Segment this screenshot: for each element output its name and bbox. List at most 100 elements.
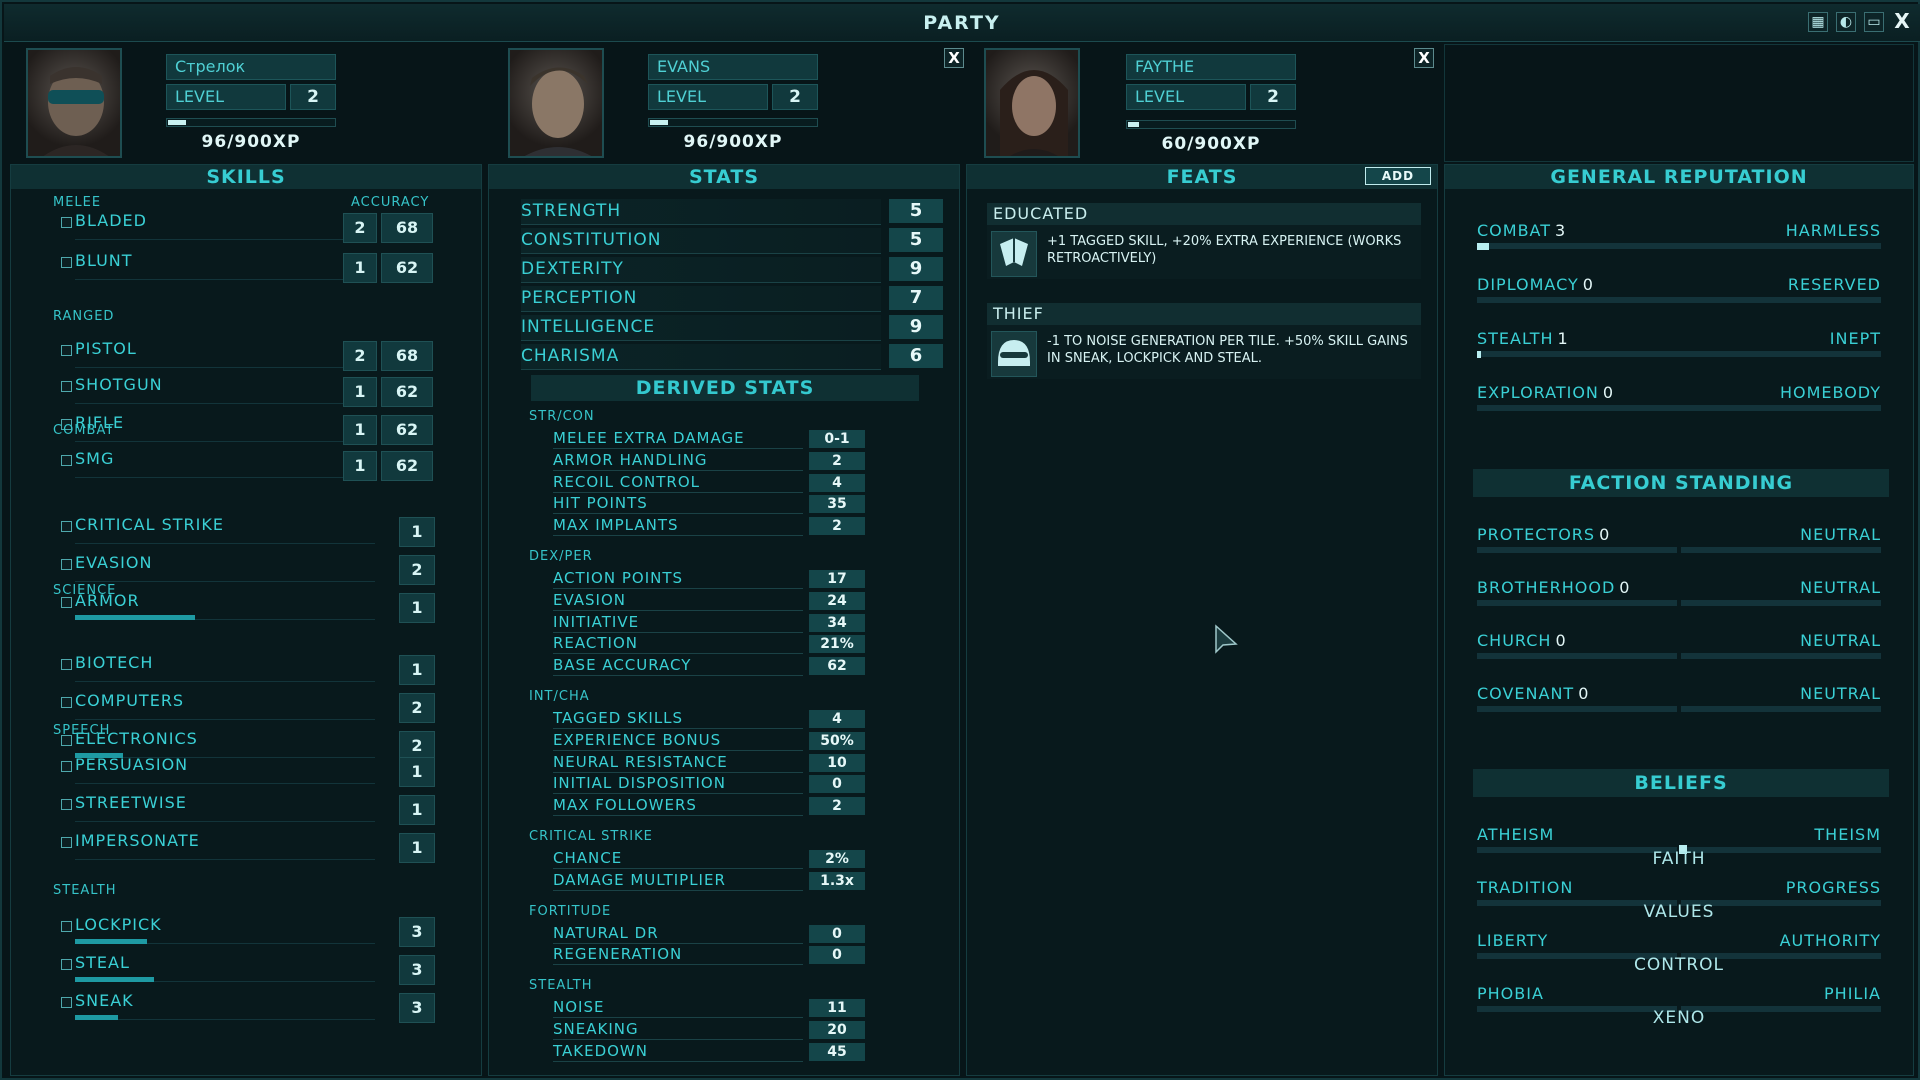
derived-row-melee-extra-damage[interactable]: MELEE EXTRA DAMAGE 0-1 <box>553 429 907 449</box>
derived-row-noise[interactable]: NOISE 11 <box>553 998 907 1019</box>
brain-icon[interactable]: ◐ <box>1836 12 1856 32</box>
derived-row-regeneration[interactable]: REGENERATION 0 <box>553 945 907 966</box>
derived-row-experience-bonus[interactable]: EXPERIENCE BONUS 50% <box>553 731 907 751</box>
derived-row-tagged-skills[interactable]: TAGGED SKILLS 4 <box>553 709 907 729</box>
derived-value: 0 <box>809 775 865 794</box>
derived-row-action-points[interactable]: ACTION POINTS 17 <box>553 569 907 589</box>
stat-value: 7 <box>889 286 943 310</box>
party-member-3[interactable]: FAYTHE LEVEL 2 60/900XP X <box>970 44 1440 162</box>
skill-label: CRITICAL STRIKE <box>75 515 224 534</box>
derived-row-recoil-control[interactable]: RECOIL CONTROL 4 <box>553 473 907 493</box>
feat-thief[interactable]: THIEF -1 TO NOISE GENERATION PER TILE. +… <box>987 303 1421 379</box>
party-member-2[interactable]: EVANS LEVEL 2 96/900XP X <box>492 44 970 162</box>
derived-row-hit-points[interactable]: HIT POINTS 35 <box>553 494 907 515</box>
skill-tag-checkbox[interactable] <box>61 799 72 810</box>
skill-tag-checkbox[interactable] <box>61 559 72 570</box>
skill-tag-checkbox[interactable] <box>61 455 72 466</box>
skill-tag-checkbox[interactable] <box>61 837 72 848</box>
skill-label: SNEAK <box>75 991 134 1010</box>
derived-value: 4 <box>809 473 865 492</box>
reputation-label: COMBAT 3 <box>1477 221 1566 240</box>
skill-divider <box>75 783 375 784</box>
derived-row-natural-dr[interactable]: NATURAL DR 0 <box>553 924 907 944</box>
reputation-diplomacy[interactable]: DIPLOMACY 0 RESERVED <box>1477 275 1881 315</box>
derived-row-evasion[interactable]: EVASION 24 <box>553 591 907 611</box>
derived-row-neural-resistance[interactable]: NEURAL RESISTANCE 10 <box>553 753 907 773</box>
skill-tag-checkbox[interactable] <box>61 921 72 932</box>
party-member-1[interactable]: Стрелок LEVEL 2 96/900XP <box>10 44 488 162</box>
reputation-exploration[interactable]: EXPLORATION 0 HOMEBODY <box>1477 383 1881 423</box>
derived-row-initiative[interactable]: INITIATIVE 34 <box>553 613 907 633</box>
skill-label: PISTOL <box>75 339 137 358</box>
skill-tag-checkbox[interactable] <box>61 659 72 670</box>
faction-brotherhood[interactable]: BROTHERHOOD 0 NEUTRAL <box>1477 578 1881 618</box>
skill-accuracy: 62 <box>381 377 433 407</box>
reputation-stealth[interactable]: STEALTH 1 INEPT <box>1477 329 1881 369</box>
portrait-faythe[interactable] <box>984 48 1080 158</box>
stat-row-perception[interactable]: PERCEPTION 7 <box>521 286 943 312</box>
skill-tag-checkbox[interactable] <box>61 997 72 1008</box>
derived-value: 17 <box>809 570 865 588</box>
derived-row-max-implants[interactable]: MAX IMPLANTS 2 <box>553 516 907 537</box>
remove-member-button[interactable]: X <box>944 48 964 68</box>
skill-label: SMG <box>75 449 115 468</box>
skill-tag-checkbox[interactable] <box>61 521 72 532</box>
stat-row-constitution[interactable]: CONSTITUTION 5 <box>521 228 943 254</box>
skill-tag-checkbox[interactable] <box>61 217 72 228</box>
portrait-strelok[interactable] <box>26 48 122 158</box>
faction-church[interactable]: CHURCH 0 NEUTRAL <box>1477 631 1881 671</box>
stat-value: 9 <box>889 257 943 281</box>
belief-caption: XENO <box>1652 1008 1706 1028</box>
derived-row-chance[interactable]: CHANCE 2% <box>553 849 907 869</box>
faction-covenant[interactable]: COVENANT 0 NEUTRAL <box>1477 684 1881 724</box>
xp-bar-fill <box>168 120 186 125</box>
xp-text: 96/900XP <box>201 132 301 152</box>
portrait-evans[interactable] <box>508 48 604 158</box>
derived-row-damage-multiplier[interactable]: DAMAGE MULTIPLIER 1.3x <box>553 871 907 891</box>
skill-tag-checkbox[interactable] <box>61 257 72 268</box>
remove-member-button[interactable]: X <box>1414 48 1434 68</box>
xp-text: 96/900XP <box>683 132 783 152</box>
feat-educated[interactable]: EDUCATED +1 TAGGED SKILL, +20% EXTRA EXP… <box>987 203 1421 279</box>
faction-name: COVENANT <box>1477 684 1575 703</box>
calendar-icon[interactable]: ▦ <box>1808 12 1828 32</box>
skill-label: PERSUASION <box>75 755 189 774</box>
skill-progress-bar <box>75 977 155 982</box>
skill-tag-checkbox[interactable] <box>61 697 72 708</box>
skill-divider <box>75 441 375 442</box>
derived-row-sneaking[interactable]: SNEAKING 20 <box>553 1020 907 1040</box>
stat-row-dexterity[interactable]: DEXTERITY 9 <box>521 257 943 283</box>
add-feat-button[interactable]: ADD <box>1365 167 1431 185</box>
derived-label: ACTION POINTS <box>553 569 803 589</box>
derived-row-reaction[interactable]: REACTION 21% <box>553 634 907 655</box>
skill-tag-checkbox[interactable] <box>61 597 72 608</box>
derived-row-takedown[interactable]: TAKEDOWN 45 <box>553 1042 907 1062</box>
skill-group-speech: SPEECH <box>53 723 111 738</box>
skill-divider <box>75 1019 375 1020</box>
derived-row-armor-handling[interactable]: ARMOR HANDLING 2 <box>553 451 907 471</box>
skill-label: LOCKPICK <box>75 915 162 934</box>
skill-tag-checkbox[interactable] <box>61 761 72 772</box>
derived-row-max-followers[interactable]: MAX FOLLOWERS 2 <box>553 796 907 817</box>
reputation-label: DIPLOMACY 0 <box>1477 275 1594 294</box>
empty-party-slot[interactable] <box>1444 44 1914 162</box>
stat-row-charisma[interactable]: CHARISMA 6 <box>521 344 943 370</box>
skill-tag-checkbox[interactable] <box>61 345 72 356</box>
monitor-icon[interactable]: ▭ <box>1864 12 1884 32</box>
close-icon[interactable]: X <box>1892 11 1912 32</box>
skill-tag-checkbox[interactable] <box>61 381 72 392</box>
belief-right-label: AUTHORITY <box>1779 931 1881 950</box>
faction-protectors[interactable]: PROTECTORS 0 NEUTRAL <box>1477 525 1881 565</box>
reputation-track <box>1477 297 1881 303</box>
stat-row-strength[interactable]: STRENGTH 5 <box>521 199 943 225</box>
derived-value: 21% <box>809 635 865 654</box>
derived-row-initial-disposition[interactable]: INITIAL DISPOSITION 0 <box>553 774 907 795</box>
derived-row-base-accuracy[interactable]: BASE ACCURACY 62 <box>553 656 907 677</box>
member-name: FAYTHE <box>1126 54 1296 80</box>
stat-row-intelligence[interactable]: INTELLIGENCE 9 <box>521 315 943 341</box>
skill-accuracy: 68 <box>381 213 433 243</box>
faction-name: PROTECTORS <box>1477 525 1596 544</box>
derived-value: 24 <box>809 591 865 610</box>
skill-tag-checkbox[interactable] <box>61 959 72 970</box>
reputation-combat[interactable]: COMBAT 3 HARMLESS <box>1477 221 1881 261</box>
